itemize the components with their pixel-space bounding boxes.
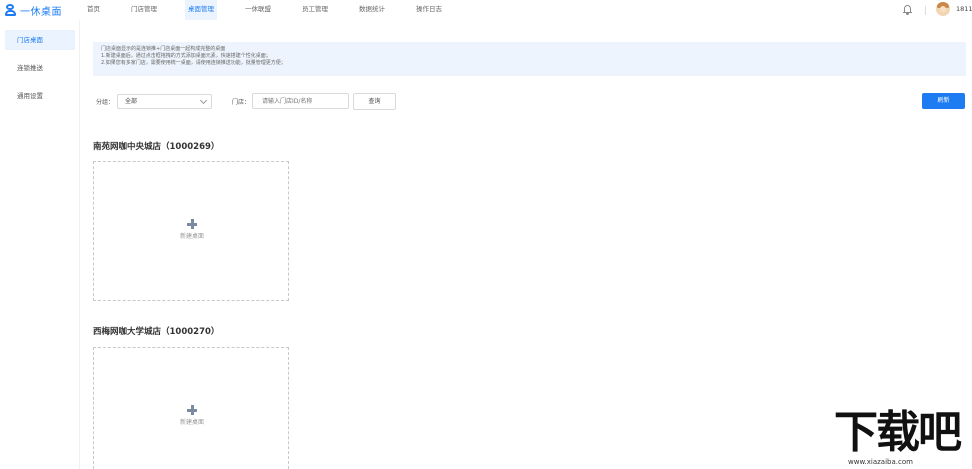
query-button[interactable]: 查询 xyxy=(353,93,396,110)
chevron-down-icon xyxy=(199,96,208,105)
sidebar-item-chain-push[interactable]: 连锁推送 xyxy=(5,58,75,78)
nav-item-desktop-management[interactable]: 桌面管理 xyxy=(185,0,217,20)
nav-item-alliance[interactable]: 一休联盟 xyxy=(245,0,271,20)
sidebar-item-general-settings[interactable]: 通用设置 xyxy=(5,86,75,106)
divider xyxy=(925,6,926,15)
logo-text: 一休桌面 xyxy=(20,6,62,18)
nav-item-home[interactable]: 首页 xyxy=(87,0,100,20)
plus-icon xyxy=(187,219,197,229)
store-search-input[interactable] xyxy=(252,93,349,109)
user-name[interactable]: 18110 xyxy=(956,5,972,13)
nav-item-statistics[interactable]: 数据统计 xyxy=(359,0,385,20)
group-select[interactable]: 全部 xyxy=(117,94,212,109)
group-select-value: 全部 xyxy=(125,98,138,105)
nav-item-staff-management[interactable]: 员工管理 xyxy=(302,0,328,20)
notice-line: 门店桌面显示的是连锁推+门店桌面一起构成完整的桌面 xyxy=(101,46,226,52)
watermark-url: www.xiazaiba.com xyxy=(848,458,913,466)
group-label: 分组： xyxy=(96,99,115,106)
watermark-logo: 下载吧 xyxy=(834,407,962,458)
site-watermark: 下载吧 www.xiazaiba.com xyxy=(834,408,970,469)
notice-line: 1.新建桌面后，通过点击框拖拽的方式添加桌面元素，快速搭建个性化桌面； xyxy=(101,53,271,59)
logo-icon xyxy=(5,4,16,16)
notice-line: 2.如果您有多家门店，需要使用统一桌面，请使用连锁推送功能，批量管理更方便； xyxy=(101,60,286,66)
store-title: 南苑网咖中央城店（1000269） xyxy=(93,142,220,152)
store-title: 西梅网咖大学城店（1000270） xyxy=(93,327,220,337)
main-nav: 首页 门店管理 桌面管理 一休联盟 员工管理 数据统计 操作日志 xyxy=(87,0,473,20)
new-desktop-card[interactable]: 新建桌面 xyxy=(93,347,289,469)
new-desktop-label: 新建桌面 xyxy=(179,233,204,240)
nav-item-store-management[interactable]: 门店管理 xyxy=(131,0,157,20)
top-navbar: 一休桌面 首页 门店管理 桌面管理 一休联盟 员工管理 数据统计 操作日志 18… xyxy=(0,0,972,20)
bell-icon[interactable] xyxy=(903,4,912,15)
sidebar-item-store-desktop[interactable]: 门店桌面 xyxy=(5,30,75,50)
refresh-button[interactable]: 刷新 xyxy=(922,93,965,109)
plus-icon xyxy=(187,405,197,415)
new-desktop-card[interactable]: 新建桌面 xyxy=(93,161,289,301)
nav-item-operation-log[interactable]: 操作日志 xyxy=(416,0,442,20)
avatar[interactable] xyxy=(936,2,950,16)
sidebar: 门店桌面 连锁推送 通用设置 xyxy=(0,20,80,469)
new-desktop-label: 新建桌面 xyxy=(179,419,204,426)
info-notice: 门店桌面显示的是连锁推+门店桌面一起构成完整的桌面 1.新建桌面后，通过点击框拖… xyxy=(93,42,966,76)
app-logo[interactable]: 一休桌面 xyxy=(5,2,62,18)
store-label: 门店： xyxy=(232,99,251,106)
